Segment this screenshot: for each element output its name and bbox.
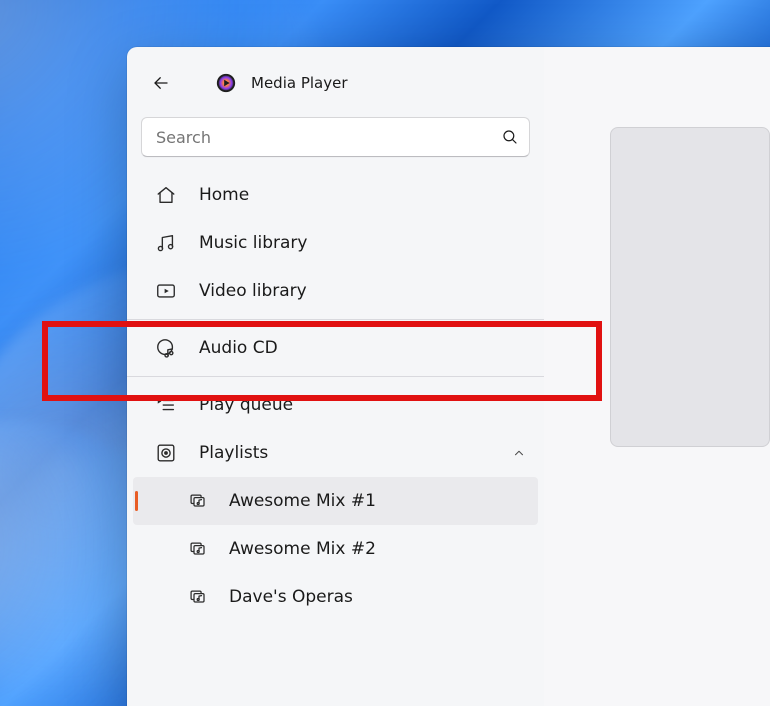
sidebar-item-home[interactable]: Home [127, 171, 544, 219]
sidebar-item-video-library[interactable]: Video library [127, 267, 544, 315]
search-input[interactable] [156, 128, 501, 147]
content-card-placeholder [610, 127, 770, 447]
sidebar-item-label: Home [199, 185, 249, 205]
divider [127, 319, 544, 320]
sidebar-item-play-queue[interactable]: Play queue [127, 381, 544, 429]
playlists-sublist: Awesome Mix #1 Awesome Mix #2 Dave's Ope… [127, 477, 544, 621]
music-note-icon [155, 232, 177, 254]
arrow-left-icon [152, 74, 170, 92]
back-button[interactable] [145, 67, 177, 99]
sidebar-item-label: Video library [199, 281, 307, 301]
playlist-icon [189, 539, 209, 559]
playlists-icon [155, 442, 177, 464]
playlist-label: Awesome Mix #2 [229, 539, 376, 559]
sidebar-item-label: Audio CD [199, 338, 278, 358]
playlist-icon [189, 491, 209, 511]
nav-list: Home Music library Video library Aud [127, 171, 544, 621]
playlist-label: Awesome Mix #1 [229, 491, 376, 511]
sidebar: Media Player Home Music library [127, 47, 544, 706]
play-queue-icon [155, 394, 177, 416]
title-bar: Media Player [127, 55, 544, 113]
home-icon [155, 184, 177, 206]
sidebar-item-playlists[interactable]: Playlists [127, 429, 544, 477]
playlist-icon [189, 587, 209, 607]
audio-cd-icon [155, 337, 177, 359]
sidebar-item-label: Playlists [199, 443, 268, 463]
divider [127, 376, 544, 377]
sidebar-item-label: Music library [199, 233, 307, 253]
app-title: Media Player [251, 74, 348, 92]
app-window: Media Player Home Music library [127, 47, 770, 706]
content-area [544, 47, 770, 706]
search-icon [501, 128, 519, 146]
playlist-label: Dave's Operas [229, 587, 353, 607]
sidebar-item-audio-cd[interactable]: Audio CD [127, 324, 544, 372]
chevron-up-icon [512, 446, 526, 460]
playlist-item[interactable]: Awesome Mix #2 [133, 525, 538, 573]
sidebar-item-label: Play queue [199, 395, 293, 415]
media-player-app-icon [215, 72, 237, 94]
playlist-item[interactable]: Awesome Mix #1 [133, 477, 538, 525]
video-icon [155, 280, 177, 302]
playlist-item[interactable]: Dave's Operas [133, 573, 538, 621]
search-box[interactable] [141, 117, 530, 157]
sidebar-item-music-library[interactable]: Music library [127, 219, 544, 267]
